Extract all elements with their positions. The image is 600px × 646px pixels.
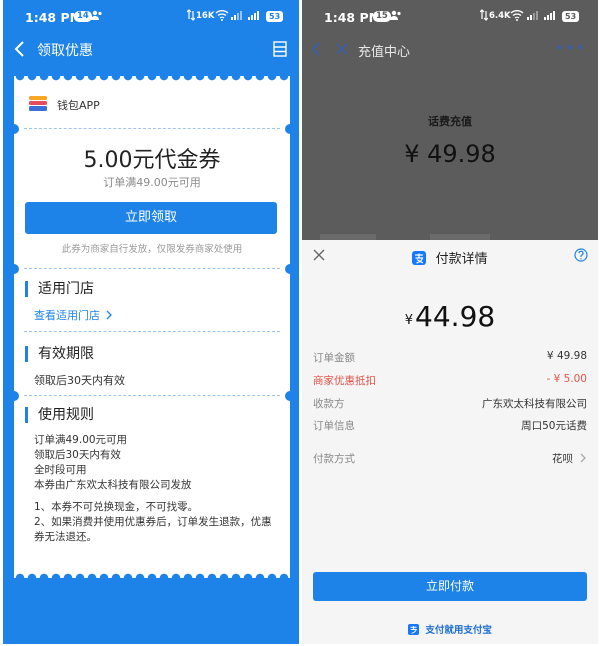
help-icon[interactable] — [574, 248, 588, 262]
row-value: 周口50元话费 — [521, 420, 587, 432]
view-stores-link[interactable]: 查看适用门店 — [34, 307, 113, 323]
divider — [24, 268, 280, 269]
validity-text: 领取后30天内有效 — [34, 374, 125, 387]
close-icon[interactable] — [334, 40, 350, 58]
contacts-icon — [91, 10, 102, 20]
stores-title: 适用门店 — [25, 281, 94, 297]
card-edge-bottom — [14, 570, 290, 578]
signal-icon-1 — [231, 11, 242, 20]
voucher-card: 钱包APP 5.00元代金券 订单满49.00元可用 立即领取 此券为商家自行发… — [9, 76, 295, 578]
wifi-icon — [215, 10, 229, 21]
wifi-icon — [510, 10, 524, 21]
sheet-header: 付款详情 — [302, 248, 598, 267]
detail-row-discount: 商家优惠抵扣 - ¥ 5.00 — [313, 373, 587, 387]
signal-icon-1 — [527, 11, 538, 20]
currency-symbol: ¥ — [404, 313, 414, 328]
rule-line: 领取后30天内有效 — [34, 449, 121, 461]
detail-row-order-amount: 订单金额 ¥ 49.98 — [313, 350, 587, 364]
row-label: 订单金额 — [313, 352, 355, 364]
detail-row-order-info: 订单信息 周口50元话费 — [313, 418, 587, 432]
more-options-icon[interactable]: ••• — [555, 38, 586, 57]
data-transfer-icon — [187, 9, 195, 21]
rule-line: 本券由广东欢太科技有限公司发放 — [34, 479, 192, 491]
row-label: 付款方式 — [313, 453, 355, 465]
card-notch — [9, 124, 295, 134]
rules-title: 使用规则 — [25, 407, 94, 423]
back-arrow-icon[interactable] — [308, 39, 326, 59]
page-title: 充值中心 — [358, 45, 411, 60]
row-label: 订单信息 — [313, 420, 355, 432]
alipay-footer: 支付就用支付宝 — [302, 622, 598, 636]
payment-method-row[interactable]: 付款方式 花呗 — [313, 451, 587, 465]
data-transfer-icon — [480, 9, 488, 21]
rule-line: 订单满49.00元可用 — [34, 434, 128, 446]
payment-sheet: 付款详情 ¥44.98 订单金额 ¥ 49.98 商家优惠抵扣 - ¥ 5.00… — [302, 240, 598, 644]
detail-row-payee: 收款方 广东欢太科技有限公司 — [313, 396, 587, 410]
status-bar: 1:48 PM 15 6.4K 53 — [302, 0, 598, 34]
alipay-icon — [412, 251, 427, 265]
card-edge-top — [14, 76, 290, 84]
network-speed: 6.4K — [489, 11, 511, 21]
row-value: - ¥ 5.00 — [546, 373, 587, 385]
status-bar: 1:48 PM 14 16K 53 — [3, 0, 299, 34]
notification-badge: 14 — [74, 11, 92, 22]
chevron-right-icon — [580, 453, 586, 463]
wallet-app-icon — [29, 96, 47, 111]
signal-icon-2 — [248, 11, 259, 20]
payment-screen: 1:48 PM 15 6.4K 53 充值中心 ••• 话费充值 ¥ 49.98… — [302, 0, 598, 644]
nav-bar: 领取优惠 — [3, 34, 299, 64]
view-stores-label: 查看适用门店 — [34, 309, 100, 322]
claim-button[interactable]: 立即领取 — [25, 202, 277, 234]
row-value: 花呗 — [552, 453, 573, 465]
contacts-icon — [390, 10, 401, 20]
divider — [24, 128, 280, 129]
divider — [24, 331, 280, 332]
alipay-icon — [408, 624, 420, 635]
validity-title: 有效期限 — [25, 346, 94, 362]
card-notch — [9, 264, 295, 274]
battery-level: 53 — [266, 11, 284, 22]
claim-note: 此券为商家自行发放，仅限发券商家处使用 — [61, 244, 243, 255]
row-label: 收款方 — [313, 398, 345, 410]
amount-value: 44.98 — [415, 300, 496, 333]
back-arrow-icon[interactable] — [11, 39, 31, 59]
notes-list: 1、本券不可兑换现金，不可找零。 2、如果消费并使用优惠券后，订单发生退款，优惠… — [34, 500, 278, 545]
row-value: ¥ 49.98 — [546, 350, 587, 362]
nav-bar: 充值中心 ••• — [302, 34, 598, 64]
chevron-right-icon — [106, 310, 112, 320]
topup-label: 话费充值 — [428, 115, 472, 128]
pay-now-button[interactable]: 立即付款 — [313, 572, 587, 601]
notification-badge: 15 — [373, 11, 391, 22]
note-line: 2、如果消费并使用优惠券后，订单发生退款，优惠券无法退还。 — [34, 516, 272, 543]
menu-icon[interactable] — [273, 41, 287, 57]
sheet-title: 付款详情 — [435, 252, 488, 267]
rules-list: 订单满49.00元可用 领取后30天内有效 全时段可用 本券由广东欢太科技有限公… — [34, 433, 192, 493]
divider — [24, 395, 280, 396]
voucher-condition: 订单满49.00元可用 — [103, 176, 201, 189]
battery-level: 53 — [562, 11, 580, 22]
rule-line: 全时段可用 — [34, 464, 87, 476]
note-line: 1、本券不可兑换现金，不可找零。 — [34, 501, 199, 513]
merchant-name: 钱包APP — [57, 99, 100, 112]
network-speed: 16K — [196, 11, 215, 21]
voucher-title: 5.00元代金券 — [83, 148, 221, 173]
row-label: 商家优惠抵扣 — [313, 375, 376, 387]
card-notch — [9, 391, 295, 401]
voucher-screen: 1:48 PM 14 16K 53 领取优惠 钱包APP 5.00元代金券 订单… — [3, 0, 299, 644]
footer-text: 支付就用支付宝 — [425, 625, 492, 636]
page-title: 领取优惠 — [37, 43, 93, 59]
row-value: 广东欢太科技有限公司 — [482, 398, 587, 410]
payment-amount: ¥44.98 — [302, 300, 598, 333]
signal-icon-2 — [544, 11, 555, 20]
topup-amount: ¥ 49.98 — [404, 140, 496, 168]
